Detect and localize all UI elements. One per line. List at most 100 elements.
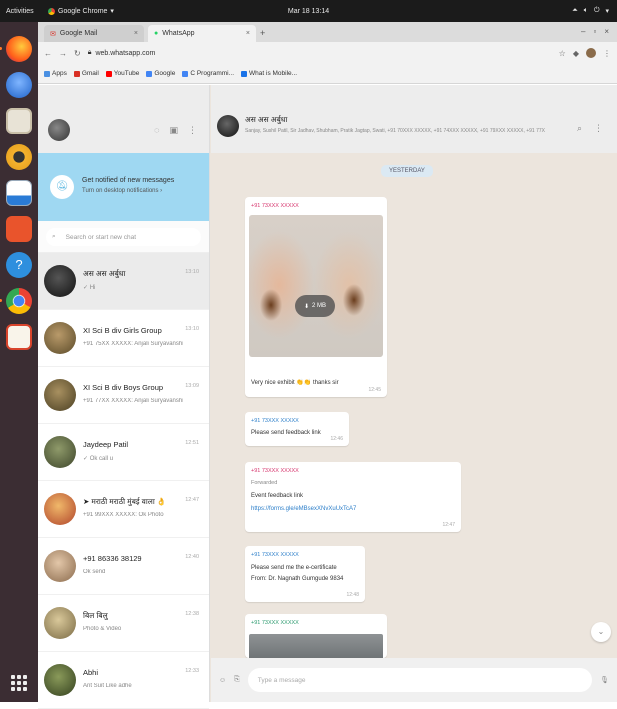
profile-icon[interactable] <box>586 48 596 58</box>
browser-toolbar: ← → ↻ 🔒︎ web.whatsapp.com ☆ ◆ ⋮ <box>38 42 617 64</box>
bookmark-what-is-mobile[interactable]: What is Mobile... <box>241 70 297 77</box>
avatar <box>44 550 76 582</box>
back-icon[interactable]: ← <box>44 49 52 58</box>
chat-name: Abhi <box>83 668 99 677</box>
avatar[interactable] <box>217 115 239 137</box>
list-item[interactable]: अस अस अर्बुधा ✓ Hi 13:10 <box>38 253 209 310</box>
chat-preview: +91 77XX XXXXX: Anjali Suryavanshi is on… <box>83 398 183 404</box>
chevron-down-icon: ▾ <box>110 8 114 15</box>
message-sender: +91 73XXX XXXXX <box>251 203 299 209</box>
avatar <box>44 322 76 354</box>
message-bubble[interactable]: +91 73XXX XXXXX Please send feedback lin… <box>245 412 349 446</box>
scroll-down-button[interactable]: ⌄ <box>591 622 611 642</box>
maximize-icon[interactable]: ▫ <box>593 27 596 36</box>
avatar[interactable] <box>48 119 70 141</box>
firefox-icon[interactable] <box>0 36 32 62</box>
search-icon[interactable]: ⌕ <box>577 123 582 134</box>
gmail-icon <box>73 70 80 77</box>
writer-icon[interactable] <box>6 180 32 206</box>
lock-icon: 🔒︎ <box>87 49 92 56</box>
search-placeholder: Search or start new chat <box>65 233 137 241</box>
chat-name: +91 86336 38129 <box>83 554 142 563</box>
list-item[interactable]: XI Sci B div Boys Group +91 77XX XXXXX: A… <box>38 367 209 424</box>
tab-whatsapp[interactable]: ● WhatsApp × <box>148 25 256 42</box>
microphone-icon[interactable]: 🎙︎ <box>600 676 609 684</box>
list-item[interactable]: बिल बिलु Photo & Video 12:38 <box>38 595 209 652</box>
chrome-small-icon <box>48 7 55 15</box>
files-icon[interactable] <box>6 108 32 134</box>
status-icon[interactable]: ◌ <box>154 125 159 136</box>
show-applications-icon[interactable] <box>8 672 30 694</box>
avatar <box>44 664 76 696</box>
download-button[interactable]: ⬇ 2 MB <box>295 295 335 317</box>
menu-dots-icon[interactable]: ⋮ <box>188 125 197 136</box>
close-window-icon[interactable]: × <box>604 27 609 36</box>
message-bubble[interactable]: +91 73XXX XXXXX ⬇ 2 MB Very nice exhibit … <box>245 197 387 397</box>
bookmark-apps[interactable]: Apps <box>44 70 67 77</box>
bookmark-c-programming[interactable]: C Programmi... <box>182 70 234 77</box>
conversation-members: Sanjay, Sushil Patil, Sir Jadhav, Shubha… <box>245 128 545 134</box>
search-icon: ⌕ <box>52 233 56 240</box>
search-input[interactable]: ⌕ Search or start new chat <box>46 228 201 246</box>
thunderbird-icon[interactable] <box>6 72 32 98</box>
system-tray[interactable]: ⏶ 🔈︎ ⏻ ▾ <box>572 0 609 22</box>
app-name: Google Chrome <box>58 7 108 15</box>
list-item[interactable]: ➤ मराठी मराठी मुंबई वाला 👌 +91 99XXX XXXX… <box>38 481 209 538</box>
tab-google-mail[interactable]: ✉ Google Mail × <box>44 25 144 42</box>
list-item[interactable]: XI Sci B div Girls Group +91 75XX XXXXX: … <box>38 310 209 367</box>
emoji-icon[interactable]: ☺ <box>219 677 226 684</box>
media-thumbnail[interactable]: ⬇ 2 MB <box>249 215 383 357</box>
message-bubble[interactable]: +91 73XXX XXXXX Please send me the e-cer… <box>245 546 365 602</box>
list-item[interactable]: Jaydeep Patil ✓ Ok call u 12:51 <box>38 424 209 481</box>
message-bubble[interactable]: +91 73XXX XXXXX <box>245 614 387 658</box>
new-tab-icon[interactable]: + <box>260 28 265 38</box>
address-bar[interactable]: 🔒︎ web.whatsapp.com <box>88 49 156 57</box>
url-text: web.whatsapp.com <box>95 49 156 57</box>
list-item[interactable]: Abhi Ant Suit Like adhe 12:33 <box>38 652 209 709</box>
chat-preview: ✓ Ok call u <box>83 456 114 462</box>
chat-name: Jaydeep Patil <box>83 440 129 449</box>
app-menu[interactable]: Google Chrome ▾ <box>48 7 114 15</box>
message-time: 12:45 <box>368 387 381 393</box>
message-link[interactable]: https://forms.gle/eMBsexXNvXuUxTcA7 <box>251 506 356 512</box>
conversation-header[interactable]: अस अस अर्बुधा Sanjay, Sushil Patil, Sir … <box>211 85 617 153</box>
reload-icon[interactable]: ↻ <box>74 49 81 58</box>
message-bubble[interactable]: +91 73XXX XXXXX Forwarded Event feedback… <box>245 462 461 532</box>
forward-icon[interactable]: → <box>59 49 67 58</box>
chat-preview: Photo & Video <box>83 626 122 632</box>
download-icon: ⬇ <box>303 303 309 310</box>
notification-banner[interactable]: 🔕︎ Get notified of new messages Turn on … <box>38 153 209 221</box>
bookmark-youtube[interactable]: YouTube <box>105 70 139 77</box>
close-icon[interactable]: × <box>246 30 250 37</box>
bookmark-gmail[interactable]: Gmail <box>73 70 99 77</box>
chat-time: 13:10 <box>185 326 199 332</box>
minimize-icon[interactable]: – <box>581 27 585 36</box>
help-icon[interactable]: ? <box>6 252 32 278</box>
chat-time: 12:38 <box>185 611 199 617</box>
chat-preview: Ant Suit Like adhe <box>83 683 132 689</box>
media-thumbnail[interactable] <box>249 634 383 658</box>
message-text: From: Dr. Nagnath Gumgude 9834 <box>251 576 344 582</box>
chrome-icon[interactable] <box>0 288 32 314</box>
menu-dots-icon[interactable]: ⋮ <box>594 123 603 134</box>
star-icon[interactable]: ☆ <box>559 49 566 58</box>
extension-icon[interactable]: ◆ <box>573 49 579 58</box>
attach-icon[interactable]: ⎘ <box>234 676 240 684</box>
message-composer: ☺ ⎘ Type a message 🎙︎ <box>211 658 617 702</box>
tab-strip: ✉ Google Mail × ● WhatsApp × + – ▫ × <box>38 22 617 42</box>
bookmarks-bar: Apps Gmail YouTube Google C Programmi...… <box>38 64 617 84</box>
whatsapp-web: ◌ ▣ ⋮ 🔕︎ Get notified of new messages Tu… <box>38 85 617 709</box>
software-icon[interactable] <box>6 216 32 242</box>
notification-link[interactable]: Turn on desktop notifications › <box>82 188 162 194</box>
notes-icon[interactable] <box>6 324 32 350</box>
menu-dots-icon[interactable]: ⋮ <box>603 49 611 58</box>
list-item[interactable]: +91 86336 38129 Ok send 12:40 <box>38 538 209 595</box>
bookmark-google[interactable]: Google <box>146 70 175 77</box>
close-icon[interactable]: × <box>134 30 138 37</box>
new-chat-icon[interactable]: ▣ <box>169 125 178 136</box>
message-time: 12:46 <box>330 436 343 442</box>
message-input[interactable]: Type a message <box>247 668 593 692</box>
rhythmbox-icon[interactable] <box>6 144 32 170</box>
activities-button[interactable]: Activities <box>6 8 34 15</box>
chat-name: अस अस अर्बुधा <box>83 269 126 278</box>
